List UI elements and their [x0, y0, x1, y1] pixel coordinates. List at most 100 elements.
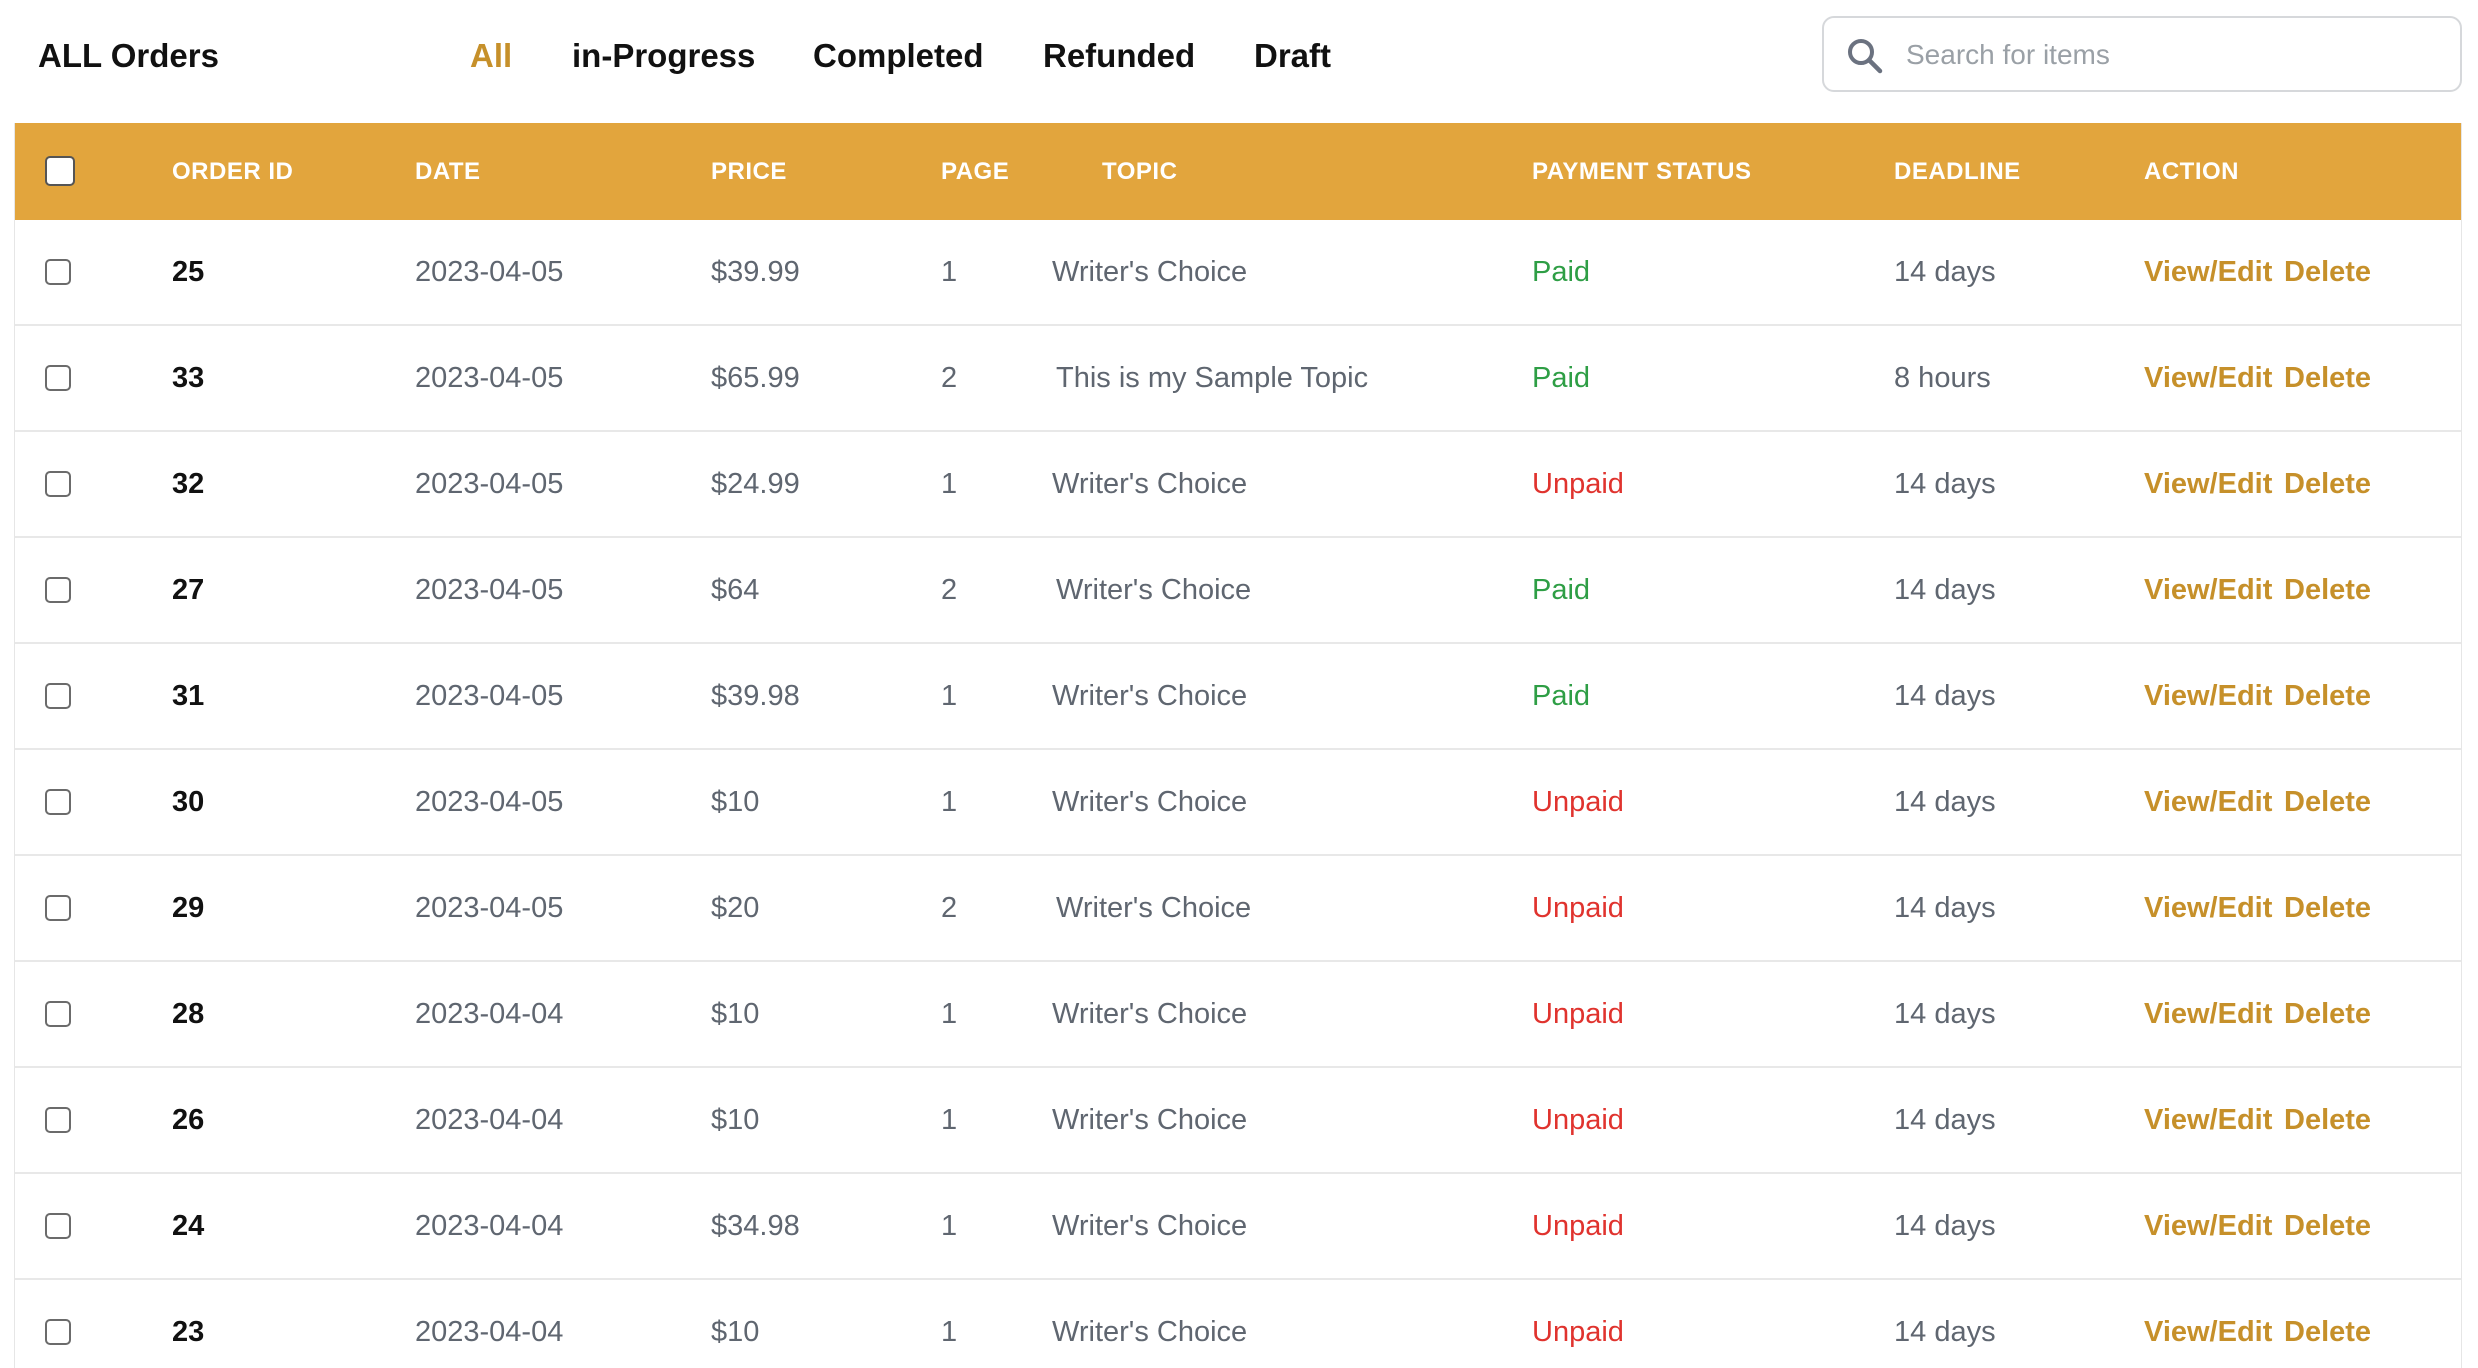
- order-id-cell: 26: [172, 1104, 205, 1136]
- select-all-checkbox[interactable]: [45, 156, 75, 186]
- page-cell: 1: [941, 1316, 958, 1348]
- delete-link[interactable]: Delete: [2284, 220, 2371, 324]
- order-id-cell: 25: [172, 256, 205, 288]
- delete-link[interactable]: Delete: [2284, 1174, 2371, 1278]
- topic-cell: Writer's Choice: [1052, 680, 1248, 712]
- page-header: ALL Orders All in-Progress Completed Ref…: [0, 0, 2478, 123]
- delete-link[interactable]: Delete: [2284, 326, 2371, 430]
- row-checkbox[interactable]: [45, 259, 71, 285]
- topic-cell: Writer's Choice: [1056, 574, 1252, 606]
- date-cell: 2023-04-05: [415, 468, 564, 500]
- tab-refunded[interactable]: Refunded: [1043, 36, 1195, 76]
- table-row: 32 2023-04-05 $24.99 1 Writer's Choice Unpaid…: [15, 432, 2461, 538]
- page-cell: 1: [941, 786, 958, 818]
- table-row: 30 2023-04-05 $10 1 Writer's Choice Unpaid 14 …: [15, 750, 2461, 856]
- column-header-date[interactable]: DATE: [415, 123, 481, 220]
- view-edit-link[interactable]: View/Edit: [2144, 326, 2272, 430]
- column-header-deadline[interactable]: DEADLINE: [1894, 123, 2021, 220]
- payment-status-cell: Unpaid: [1532, 998, 1624, 1030]
- deadline-cell: 14 days: [1894, 786, 1996, 818]
- view-edit-link[interactable]: View/Edit: [2144, 962, 2272, 1066]
- order-id-cell: 28: [172, 998, 205, 1030]
- topic-cell: Writer's Choice: [1052, 468, 1248, 500]
- view-edit-link[interactable]: View/Edit: [2144, 220, 2272, 324]
- order-id-cell: 29: [172, 892, 205, 924]
- price-cell: $10: [711, 1104, 760, 1136]
- view-edit-link[interactable]: View/Edit: [2144, 856, 2272, 960]
- search-box[interactable]: [1822, 16, 2462, 92]
- page-cell: 1: [941, 998, 958, 1030]
- date-cell: 2023-04-04: [415, 1104, 564, 1136]
- topic-cell: Writer's Choice: [1052, 1316, 1248, 1348]
- view-edit-link[interactable]: View/Edit: [2144, 750, 2272, 854]
- table-row: 28 2023-04-04 $10 1 Writer's Choice Unpaid 14 …: [15, 962, 2461, 1068]
- row-checkbox[interactable]: [45, 1107, 71, 1133]
- row-checkbox[interactable]: [45, 683, 71, 709]
- view-edit-link[interactable]: View/Edit: [2144, 1280, 2272, 1368]
- row-checkbox[interactable]: [45, 1319, 71, 1345]
- row-checkbox[interactable]: [45, 365, 71, 391]
- page-cell: 1: [941, 256, 958, 288]
- tab-draft[interactable]: Draft: [1254, 36, 1331, 76]
- price-cell: $34.98: [711, 1210, 800, 1242]
- deadline-cell: 14 days: [1894, 892, 1996, 924]
- deadline-cell: 14 days: [1894, 256, 1996, 288]
- payment-status-cell: Unpaid: [1532, 1210, 1624, 1242]
- column-header-topic[interactable]: TOPIC: [1102, 123, 1177, 220]
- table-row: 31 2023-04-05 $39.98 1 Writer's Choice Paid 14…: [15, 644, 2461, 750]
- page-cell: 2: [941, 892, 958, 924]
- delete-link[interactable]: Delete: [2284, 538, 2371, 642]
- price-cell: $10: [711, 998, 760, 1030]
- delete-link[interactable]: Delete: [2284, 1068, 2371, 1172]
- price-cell: $20: [711, 892, 760, 924]
- topic-cell: Writer's Choice: [1052, 1210, 1248, 1242]
- row-checkbox[interactable]: [45, 789, 71, 815]
- row-checkbox[interactable]: [45, 1001, 71, 1027]
- row-checkbox[interactable]: [45, 577, 71, 603]
- date-cell: 2023-04-05: [415, 680, 564, 712]
- delete-link[interactable]: Delete: [2284, 432, 2371, 536]
- payment-status-cell: Unpaid: [1532, 786, 1624, 818]
- delete-link[interactable]: Delete: [2284, 1280, 2371, 1368]
- column-header-payment-status[interactable]: PAYMENT STATUS: [1532, 123, 1751, 220]
- payment-status-cell: Unpaid: [1532, 468, 1624, 500]
- payment-status-cell: Paid: [1532, 574, 1591, 606]
- price-cell: $65.99: [711, 362, 800, 394]
- payment-status-cell: Paid: [1532, 362, 1591, 394]
- column-header-action: ACTION: [2144, 158, 2239, 185]
- date-cell: 2023-04-04: [415, 1316, 564, 1348]
- payment-status-cell: Unpaid: [1532, 892, 1624, 924]
- payment-status-cell: Paid: [1532, 680, 1591, 712]
- order-id-cell: 31: [172, 680, 205, 712]
- view-edit-link[interactable]: View/Edit: [2144, 644, 2272, 748]
- row-checkbox[interactable]: [45, 1213, 71, 1239]
- delete-link[interactable]: Delete: [2284, 644, 2371, 748]
- tab-completed[interactable]: Completed: [813, 36, 984, 76]
- tab-in-progress[interactable]: in-Progress: [572, 36, 755, 76]
- date-cell: 2023-04-04: [415, 998, 564, 1030]
- delete-link[interactable]: Delete: [2284, 750, 2371, 854]
- deadline-cell: 14 days: [1894, 1316, 1996, 1348]
- price-cell: $64: [711, 574, 760, 606]
- view-edit-link[interactable]: View/Edit: [2144, 1174, 2272, 1278]
- view-edit-link[interactable]: View/Edit: [2144, 538, 2272, 642]
- delete-link[interactable]: Delete: [2284, 962, 2371, 1066]
- column-header-order-id[interactable]: ORDER ID: [172, 123, 293, 220]
- date-cell: 2023-04-05: [415, 786, 564, 818]
- view-edit-link[interactable]: View/Edit: [2144, 1068, 2272, 1172]
- row-checkbox[interactable]: [45, 471, 71, 497]
- view-edit-link[interactable]: View/Edit: [2144, 432, 2272, 536]
- date-cell: 2023-04-04: [415, 1210, 564, 1242]
- column-header-page[interactable]: PAGE: [941, 123, 1009, 220]
- row-checkbox[interactable]: [45, 895, 71, 921]
- order-id-cell: 23: [172, 1316, 205, 1348]
- payment-status-cell: Unpaid: [1532, 1316, 1624, 1348]
- page-cell: 1: [941, 680, 958, 712]
- search-input[interactable]: [1904, 30, 2444, 80]
- date-cell: 2023-04-05: [415, 892, 564, 924]
- delete-link[interactable]: Delete: [2284, 856, 2371, 960]
- tab-all[interactable]: All: [470, 36, 512, 76]
- price-cell: $10: [711, 786, 760, 818]
- column-header-price[interactable]: PRICE: [711, 123, 787, 220]
- topic-cell: Writer's Choice: [1052, 256, 1248, 288]
